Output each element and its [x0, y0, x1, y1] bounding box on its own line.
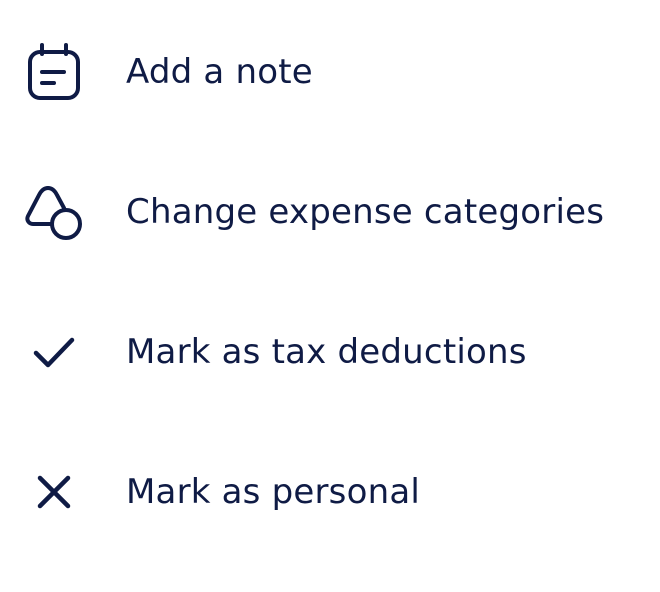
menu-item-mark-tax-deductions[interactable]: Mark as tax deductions [0, 292, 660, 412]
menu-item-add-note[interactable]: Add a note [0, 12, 660, 132]
note-icon [22, 40, 86, 104]
menu-item-mark-personal[interactable]: Mark as personal [0, 432, 660, 552]
menu-item-change-expense-categories[interactable]: Change expense categories [0, 152, 660, 272]
menu-item-label: Mark as personal [126, 472, 421, 512]
check-icon [22, 320, 86, 384]
close-icon [22, 460, 86, 524]
menu-item-label: Mark as tax deductions [126, 332, 527, 372]
menu-item-label: Change expense categories [126, 192, 605, 232]
shapes-icon [22, 180, 86, 244]
action-menu: Add a note Change expense categories Mar… [0, 0, 660, 592]
menu-item-label: Add a note [126, 52, 313, 92]
